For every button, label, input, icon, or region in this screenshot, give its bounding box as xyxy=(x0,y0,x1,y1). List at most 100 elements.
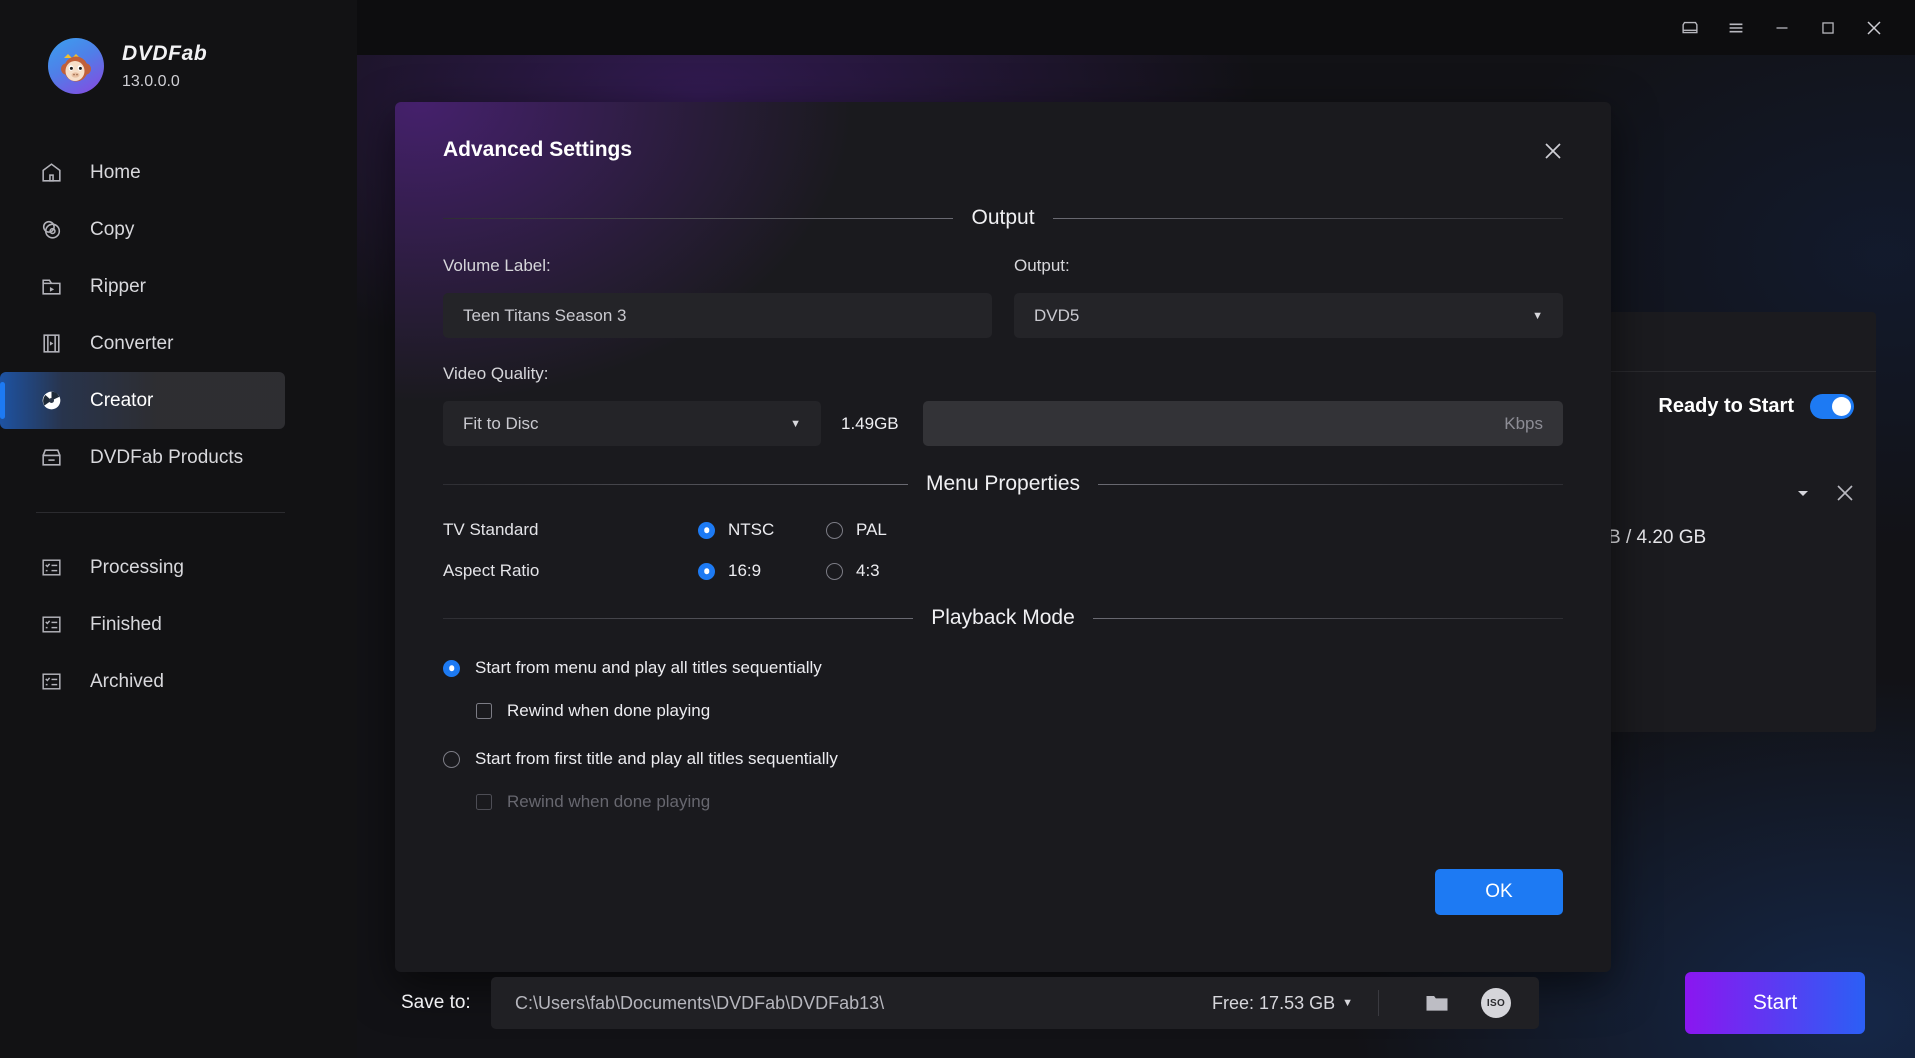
film-strip-icon xyxy=(36,329,66,359)
dialog-body: Output Volume Label: Teen Titans Season … xyxy=(395,184,1611,812)
task-list-icon xyxy=(36,553,66,583)
title-bar xyxy=(357,0,1915,55)
tv-standard-row: TV Standard NTSC PAL xyxy=(443,520,1563,540)
volume-label-caption: Volume Label: xyxy=(443,256,992,276)
start-button[interactable]: Start xyxy=(1685,972,1865,1034)
brand-name: DVDFab xyxy=(122,42,207,66)
app-window: Ready to Start B / 4.20 GB Advanced Sett… xyxy=(0,0,1915,1058)
save-to-field: C:\Users\fab\Documents\DVDFab\DVDFab13\ … xyxy=(491,977,1539,1029)
output-fields-row: Volume Label: Teen Titans Season 3 Outpu… xyxy=(443,256,1563,338)
sidebar-item-dvdfab-products[interactable]: DVDFab Products xyxy=(0,429,357,486)
sidebar-item-processing[interactable]: Processing xyxy=(0,539,357,596)
rewind-checkbox-option2: Rewind when done playing xyxy=(476,792,1563,812)
tv-standard-label: TV Standard xyxy=(443,520,698,540)
rewind-checkbox-option1[interactable]: Rewind when done playing xyxy=(476,701,1563,721)
sidebar-item-finished[interactable]: Finished xyxy=(0,596,357,653)
sidebar-item-converter[interactable]: Converter xyxy=(0,315,357,372)
output-format-field-group: Output: DVD5 ▼ xyxy=(1014,256,1563,338)
minimize-icon[interactable] xyxy=(1759,8,1805,48)
sidebar-item-label: Creator xyxy=(90,390,153,412)
free-space-label: Free: 17.53 GB xyxy=(1212,993,1335,1014)
monkey-avatar-icon xyxy=(48,38,104,94)
volume-label-field-group: Volume Label: Teen Titans Season 3 xyxy=(443,256,992,338)
sidebar-item-copy[interactable]: Copy xyxy=(0,201,357,258)
advanced-settings-dialog: Advanced Settings Output Volume Label: T… xyxy=(395,102,1611,972)
output-size-text: B / 4.20 GB xyxy=(1608,527,1876,549)
hamburger-menu-icon[interactable] xyxy=(1713,8,1759,48)
tv-standard-option-pal[interactable]: PAL xyxy=(826,520,887,540)
close-icon[interactable] xyxy=(1834,482,1856,504)
radio-icon xyxy=(698,563,715,580)
radio-icon xyxy=(443,751,460,768)
sidebar-divider xyxy=(36,512,285,513)
aspect-ratio-169-label: 16:9 xyxy=(728,561,761,581)
section-playback-mode: Playback Mode xyxy=(443,606,1563,630)
video-quality-row: Fit to Disc ▼ 1.49GB Kbps xyxy=(443,401,1563,446)
video-quality-size: 1.49GB xyxy=(841,414,903,434)
gift-box-icon[interactable] xyxy=(1667,8,1713,48)
brand-text: DVDFab 13.0.0.0 xyxy=(122,42,207,91)
radio-icon xyxy=(826,563,843,580)
checklist-icon xyxy=(36,610,66,640)
section-menu-properties: Menu Properties xyxy=(443,472,1563,496)
sidebar-item-label: Archived xyxy=(90,671,164,693)
rewind-option1-label: Rewind when done playing xyxy=(507,701,710,721)
divider-right xyxy=(1053,218,1563,219)
ready-to-start-row: Ready to Start xyxy=(1608,372,1876,419)
folder-play-icon xyxy=(36,272,66,302)
ok-button[interactable]: OK xyxy=(1435,869,1563,915)
close-icon[interactable] xyxy=(1537,135,1569,167)
output-format-select[interactable]: DVD5 ▼ xyxy=(1014,293,1563,338)
divider-left xyxy=(443,218,953,219)
sidebar-item-label: Ripper xyxy=(90,276,146,298)
sidebar-item-creator[interactable]: Creator xyxy=(0,372,285,429)
save-to-path-input[interactable]: C:\Users\fab\Documents\DVDFab\DVDFab13\ xyxy=(491,993,884,1014)
bottom-bar: Save to: C:\Users\fab\Documents\DVDFab\D… xyxy=(357,948,1915,1058)
sidebar-item-label: Home xyxy=(90,162,141,184)
maximize-icon[interactable] xyxy=(1805,8,1851,48)
tv-standard-option-ntsc[interactable]: NTSC xyxy=(698,520,826,540)
aspect-ratio-option-43[interactable]: 4:3 xyxy=(826,561,880,581)
radio-icon xyxy=(826,522,843,539)
sidebar-item-archived[interactable]: Archived xyxy=(0,653,357,710)
brand-version: 13.0.0.0 xyxy=(122,73,207,91)
sidebar-item-label: Copy xyxy=(90,219,134,241)
aspect-ratio-row: Aspect Ratio 16:9 4:3 xyxy=(443,561,1563,581)
chevron-down-icon[interactable] xyxy=(1794,484,1812,502)
close-icon[interactable] xyxy=(1851,8,1897,48)
aspect-ratio-option-169[interactable]: 16:9 xyxy=(698,561,826,581)
output-format-value: DVD5 xyxy=(1034,306,1079,326)
radio-icon xyxy=(443,660,460,677)
section-title-menu-properties: Menu Properties xyxy=(926,472,1080,496)
folder-icon[interactable] xyxy=(1423,989,1451,1017)
sidebar-nav-primary: Home Copy Ripper xyxy=(0,144,357,486)
sidebar-item-ripper[interactable]: Ripper xyxy=(0,258,357,315)
radio-icon xyxy=(698,522,715,539)
sidebar-item-home[interactable]: Home xyxy=(0,144,357,201)
sidebar-item-label: Converter xyxy=(90,333,173,355)
ready-to-start-toggle[interactable] xyxy=(1810,394,1854,419)
tv-standard-ntsc-label: NTSC xyxy=(728,520,774,540)
save-to-label: Save to: xyxy=(401,992,471,1014)
checkbox-icon xyxy=(476,703,492,719)
volume-label-input[interactable]: Teen Titans Season 3 xyxy=(443,293,992,338)
sidebar-item-label: DVDFab Products xyxy=(90,447,243,469)
video-quality-select[interactable]: Fit to Disc ▼ xyxy=(443,401,821,446)
free-space-selector[interactable]: Free: 17.53 GB ▼ xyxy=(1212,977,1353,1029)
divider-left xyxy=(443,618,913,619)
playback-option-from-menu[interactable]: Start from menu and play all titles sequ… xyxy=(443,658,1563,678)
box-icon xyxy=(36,443,66,473)
divider xyxy=(1378,990,1379,1016)
playback-option1-label: Start from menu and play all titles sequ… xyxy=(475,658,822,678)
playback-option-from-first-title[interactable]: Start from first title and play all titl… xyxy=(443,749,1563,769)
sidebar-item-label: Processing xyxy=(90,557,184,579)
bitrate-input[interactable]: Kbps xyxy=(923,401,1563,446)
rewind-option2-label: Rewind when done playing xyxy=(507,792,710,812)
aspect-ratio-43-label: 4:3 xyxy=(856,561,880,581)
task-side-panel: Ready to Start B / 4.20 GB xyxy=(1608,312,1876,732)
video-quality-group: Video Quality: Fit to Disc ▼ 1.49GB Kbps xyxy=(443,364,1563,446)
video-quality-value: Fit to Disc xyxy=(463,414,539,434)
iso-icon[interactable]: ISO xyxy=(1481,988,1511,1018)
checkbox-icon xyxy=(476,794,492,810)
divider-right xyxy=(1098,484,1563,485)
